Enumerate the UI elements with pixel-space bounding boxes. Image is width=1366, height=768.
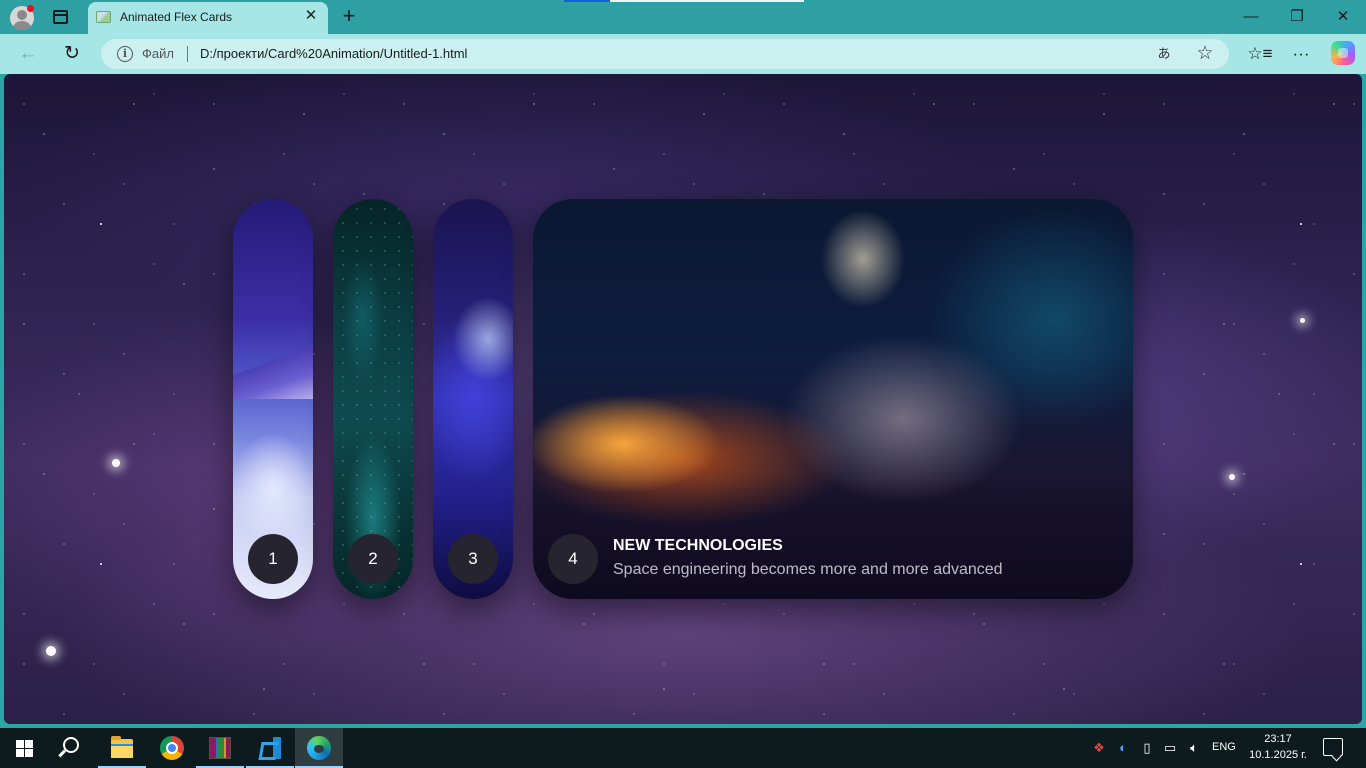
card-number-badge: 2 xyxy=(348,534,398,584)
taskbar-chrome[interactable] xyxy=(148,728,196,768)
tab-title: Animated Flex Cards xyxy=(120,10,233,24)
browser-titlebar: Animated Flex Cards ✕ + — ❐ ✕ xyxy=(0,0,1366,34)
mountain-shape xyxy=(233,339,313,399)
card-snow-mountain[interactable]: 1 xyxy=(233,199,313,599)
maximize-button[interactable]: ❐ xyxy=(1274,0,1320,34)
page-load-progress xyxy=(564,0,804,2)
card-title: New technologies xyxy=(613,537,783,554)
clock[interactable]: 23:17 10.1.2025 г. xyxy=(1246,731,1310,763)
card-astronaut-rocket[interactable]: 4 New technologies Space engineering bec… xyxy=(533,199,1133,599)
notifications-icon[interactable] xyxy=(1323,738,1343,756)
clock-date: 10.1.2025 г. xyxy=(1249,749,1307,761)
address-separator xyxy=(187,46,188,62)
url-text[interactable]: D:/проекти/Card%20Animation/Untitled-1.h… xyxy=(200,46,467,61)
winrar-icon xyxy=(209,737,231,759)
bright-star xyxy=(46,646,56,656)
tab-favicon-icon xyxy=(96,11,111,23)
bright-star xyxy=(1300,318,1305,323)
card-number-badge: 3 xyxy=(448,534,498,584)
scheme-label: Файл xyxy=(142,46,174,61)
windows-taskbar: ❖ ◐ ▯ ▭ 🔈︎ ENG 23:17 10.1.2025 г. xyxy=(0,728,1366,768)
taskbar-search-button[interactable] xyxy=(48,728,96,768)
card-network-globe[interactable]: 3 xyxy=(433,199,513,599)
favorite-star-icon[interactable]: ☆ xyxy=(1194,43,1216,65)
copilot-icon[interactable] xyxy=(1331,41,1355,65)
site-info-icon[interactable]: i xyxy=(117,46,133,62)
profile-notification-dot xyxy=(27,5,34,12)
read-aloud-icon[interactable]: あ xyxy=(1154,44,1174,64)
tab-close-icon[interactable]: ✕ xyxy=(302,7,320,25)
clock-time: 23:17 xyxy=(1264,733,1292,745)
tray-app-icon[interactable]: ◐ xyxy=(1113,738,1133,758)
taskbar-winrar[interactable] xyxy=(196,728,244,768)
back-button[interactable]: ← xyxy=(13,39,43,69)
chrome-icon xyxy=(160,736,184,760)
folder-icon xyxy=(111,736,133,758)
flex-cards-container: 1 2 3 4 New technologies Space engineeri… xyxy=(233,199,1133,599)
tray-app-icon[interactable]: ❖ xyxy=(1089,738,1109,758)
taskbar-edge[interactable] xyxy=(295,728,343,768)
bright-star xyxy=(1229,474,1235,480)
refresh-button[interactable]: ↻ xyxy=(57,39,87,69)
volume-icon[interactable]: 🔈︎ xyxy=(1184,738,1204,758)
windows-logo-icon xyxy=(16,740,33,757)
network-icon[interactable]: ▭ xyxy=(1160,738,1180,758)
card-description: Space engineering becomes more and more … xyxy=(613,561,1003,578)
taskbar-vscode[interactable] xyxy=(246,728,294,768)
tab-actions-icon[interactable] xyxy=(53,10,68,24)
favorites-collections-icon[interactable]: ☆≡ xyxy=(1245,39,1275,69)
vscode-icon xyxy=(259,737,281,759)
start-button[interactable] xyxy=(0,728,48,768)
tab-animated-flex-cards[interactable]: Animated Flex Cards ✕ xyxy=(88,2,328,34)
close-window-button[interactable]: ✕ xyxy=(1320,0,1366,34)
minimize-button[interactable]: — xyxy=(1228,0,1274,34)
language-indicator[interactable]: ENG xyxy=(1212,741,1236,753)
bright-star xyxy=(112,459,120,467)
edge-icon xyxy=(307,736,331,760)
more-menu-button[interactable]: ··· xyxy=(1286,39,1316,69)
browser-navbar: ← ↻ i Файл D:/проекти/Card%20Animation/U… xyxy=(0,34,1366,74)
page-viewport: 1 2 3 4 New technologies Space engineeri… xyxy=(4,74,1362,724)
card-number-badge: 4 xyxy=(548,534,598,584)
card-number-badge: 1 xyxy=(248,534,298,584)
battery-icon[interactable]: ▯ xyxy=(1137,738,1157,758)
taskbar-file-explorer[interactable] xyxy=(98,728,146,768)
address-bar[interactable]: i Файл D:/проекти/Card%20Animation/Untit… xyxy=(101,39,1229,69)
new-tab-button[interactable]: + xyxy=(338,4,360,28)
card-teal-data[interactable]: 2 xyxy=(333,199,413,599)
search-icon xyxy=(63,737,79,753)
